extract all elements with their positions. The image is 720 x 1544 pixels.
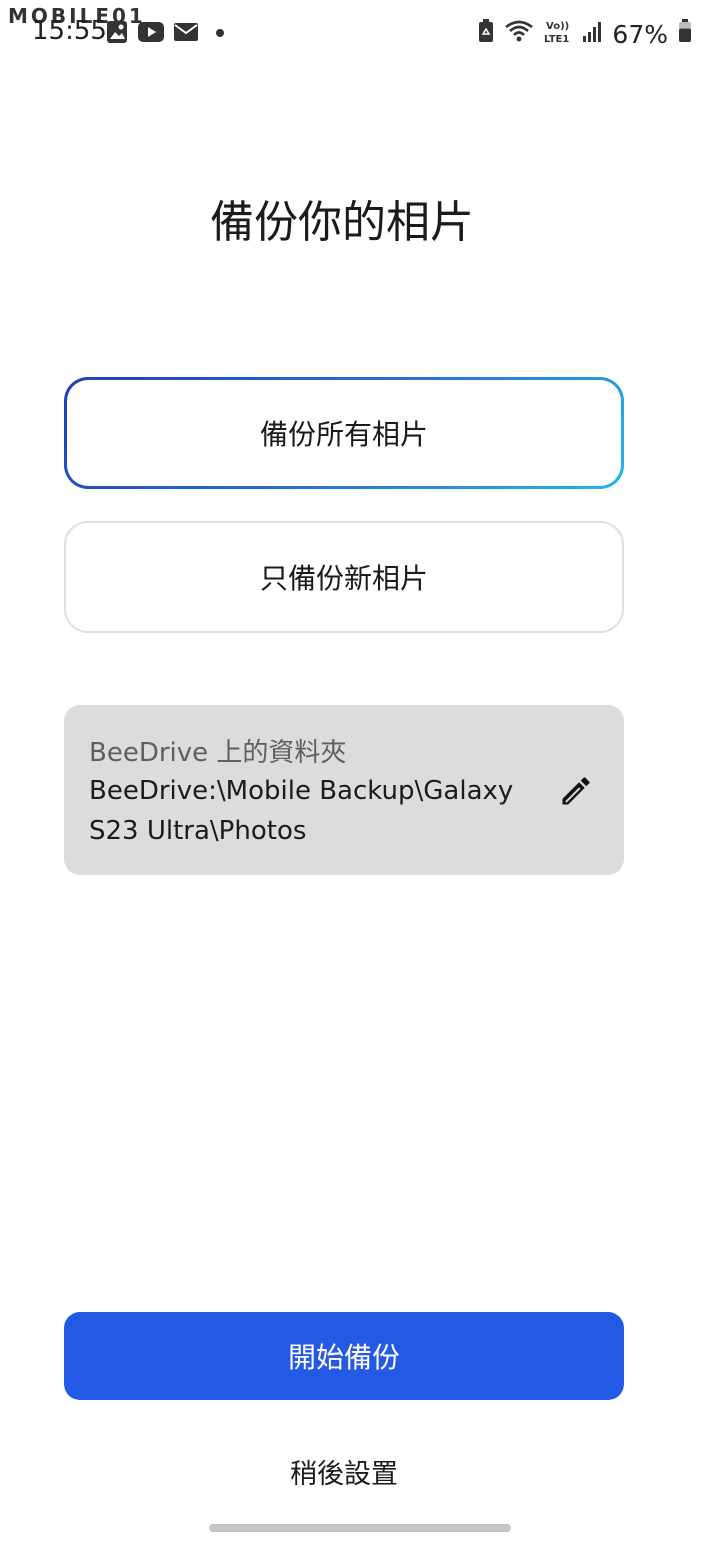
notification-icons — [106, 20, 228, 48]
svg-text:LTE1: LTE1 — [544, 34, 569, 44]
system-status-icons: Vo)) LTE1 67% — [478, 18, 692, 50]
battery-percent: 67% — [612, 19, 668, 49]
home-indicator[interactable] — [209, 1524, 511, 1532]
backup-all-photos-option[interactable]: 備份所有相片 — [64, 377, 624, 489]
option-label: 只備份新相片 — [259, 562, 428, 595]
battery-icon — [678, 19, 692, 49]
wifi-icon — [504, 19, 534, 49]
edit-folder-button[interactable] — [558, 773, 594, 809]
mail-icon — [174, 23, 198, 45]
option-label: 備份所有相片 — [259, 418, 428, 451]
folder-label: BeeDrive 上的資料夾 — [89, 738, 347, 768]
pencil-icon — [558, 773, 594, 813]
status-time: 15:55 — [32, 16, 107, 46]
volte-icon: Vo)) LTE1 — [544, 18, 572, 50]
svg-text:Vo)): Vo)) — [546, 21, 569, 32]
folder-path: BeeDrive:\Mobile Backup\Galaxy S23 Ultra… — [89, 776, 514, 846]
signal-icon — [582, 20, 602, 49]
gallery-icon — [106, 20, 128, 48]
start-backup-button[interactable]: 開始備份 — [64, 1312, 624, 1400]
battery-saver-icon — [478, 19, 494, 49]
backup-setup-screen: MOBILE01 15:55 Vo)) LTE1 67% 備份你的相片 備份所有… — [0, 0, 720, 1544]
youtube-icon — [138, 22, 164, 46]
setup-later-link[interactable]: 稍後設置 — [0, 1452, 688, 1491]
backup-new-photos-option[interactable]: 只備份新相片 — [64, 521, 624, 633]
page-title: 備份你的相片 — [210, 197, 474, 248]
destination-folder-card: BeeDrive 上的資料夾 BeeDrive:\Mobile Backup\G… — [64, 705, 624, 875]
dot-icon — [208, 23, 228, 45]
